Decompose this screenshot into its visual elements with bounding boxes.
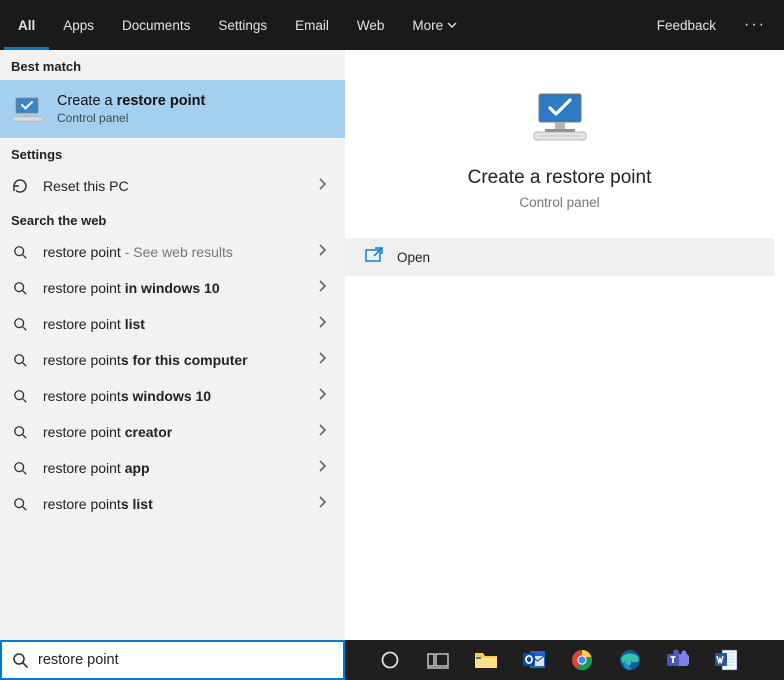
web-result[interactable]: restore points for this computer <box>0 342 345 378</box>
chevron-right-icon <box>317 423 327 441</box>
search-icon <box>11 389 29 404</box>
web-result-label: restore point app <box>43 460 150 476</box>
open-label: Open <box>397 250 430 265</box>
tab-more[interactable]: More <box>398 0 471 50</box>
tab-settings[interactable]: Settings <box>204 0 281 50</box>
chevron-right-icon <box>317 315 327 333</box>
more-options-button[interactable]: ··· <box>730 16 780 34</box>
taskbar <box>345 640 784 680</box>
web-result[interactable]: restore points windows 10 <box>0 378 345 414</box>
preview-panel: Create a restore point Control panel Ope… <box>345 50 784 640</box>
taskbar-outlook[interactable] <box>511 640 557 680</box>
web-result-label: restore point creator <box>43 424 172 440</box>
web-result[interactable]: restore point in windows 10 <box>0 270 345 306</box>
web-result-label: restore points for this computer <box>43 352 248 368</box>
chevron-right-icon <box>317 495 327 513</box>
web-result[interactable]: restore point - See web results <box>0 234 345 270</box>
tab-more-label: More <box>412 18 443 33</box>
best-match-result[interactable]: Create a restore point Control panel <box>0 80 345 138</box>
search-icon <box>11 425 29 440</box>
tab-documents[interactable]: Documents <box>108 0 204 50</box>
web-result-label: restore points list <box>43 496 153 512</box>
settings-result-reset-pc[interactable]: Reset this PC <box>0 168 345 204</box>
search-box[interactable] <box>0 640 345 680</box>
taskbar-file-explorer[interactable] <box>463 640 509 680</box>
chevron-right-icon <box>317 243 327 261</box>
chevron-right-icon <box>317 279 327 297</box>
preview-card: Create a restore point Control panel <box>345 60 774 230</box>
open-action[interactable]: Open <box>345 238 774 276</box>
feedback-link[interactable]: Feedback <box>643 0 730 50</box>
web-result-label: restore point in windows 10 <box>43 280 220 296</box>
search-icon <box>11 497 29 512</box>
chevron-down-icon <box>447 20 457 30</box>
system-properties-icon <box>11 94 47 124</box>
best-match-title: Create a restore point <box>57 93 205 109</box>
system-properties-large-icon <box>525 90 595 153</box>
web-result-label: restore point list <box>43 316 145 332</box>
settings-result-label: Reset this PC <box>43 178 129 194</box>
taskbar-word[interactable] <box>703 640 749 680</box>
taskbar-task-view[interactable] <box>415 640 461 680</box>
search-icon <box>11 281 29 296</box>
chevron-right-icon <box>317 177 327 195</box>
search-filter-tabs: All Apps Documents Settings Email Web Mo… <box>0 0 784 50</box>
web-result[interactable]: restore point app <box>0 450 345 486</box>
chevron-right-icon <box>317 459 327 477</box>
tab-web[interactable]: Web <box>343 0 399 50</box>
chevron-right-icon <box>317 387 327 405</box>
preview-subtitle: Control panel <box>345 195 774 210</box>
chevron-right-icon <box>317 351 327 369</box>
web-result[interactable]: restore points list <box>0 486 345 522</box>
settings-header: Settings <box>0 138 345 168</box>
tab-apps[interactable]: Apps <box>49 0 108 50</box>
taskbar-edge[interactable] <box>607 640 653 680</box>
results-panel: Best match Create a restore point Contro… <box>0 50 345 640</box>
best-match-header: Best match <box>0 50 345 80</box>
reset-icon <box>11 177 29 195</box>
search-icon <box>2 652 38 669</box>
taskbar-chrome[interactable] <box>559 640 605 680</box>
tab-all[interactable]: All <box>4 0 49 50</box>
web-result-label: restore point - See web results <box>43 244 233 260</box>
open-icon <box>365 247 383 268</box>
search-input[interactable] <box>38 652 343 668</box>
web-result[interactable]: restore point creator <box>0 414 345 450</box>
best-match-subtitle: Control panel <box>57 111 205 125</box>
preview-title: Create a restore point <box>345 167 774 189</box>
taskbar-teams[interactable] <box>655 640 701 680</box>
search-web-header: Search the web <box>0 204 345 234</box>
search-icon <box>11 461 29 476</box>
web-result-label: restore points windows 10 <box>43 388 211 404</box>
taskbar-cortana[interactable] <box>367 640 413 680</box>
search-icon <box>11 353 29 368</box>
web-result[interactable]: restore point list <box>0 306 345 342</box>
search-icon <box>11 317 29 332</box>
tab-email[interactable]: Email <box>281 0 343 50</box>
search-icon <box>11 245 29 260</box>
